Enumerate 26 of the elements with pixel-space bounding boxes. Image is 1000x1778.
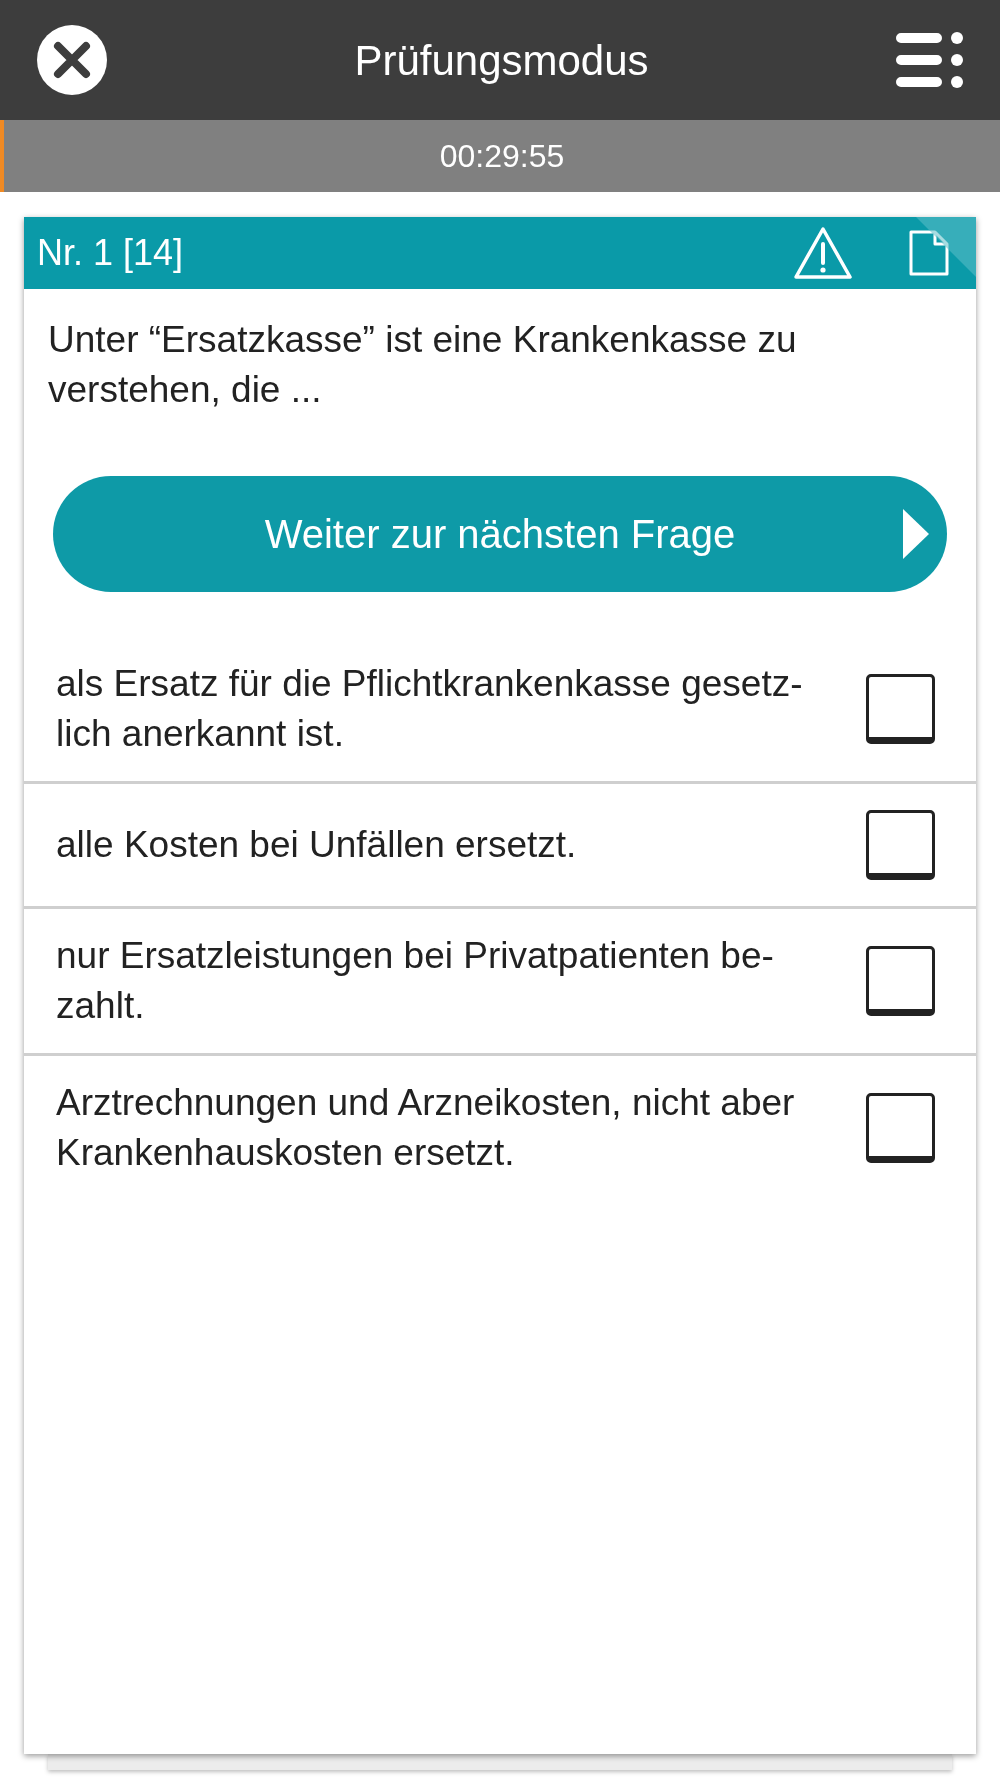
menu-button[interactable] xyxy=(896,32,963,88)
report-button[interactable] xyxy=(793,226,853,280)
answer-checkbox[interactable] xyxy=(866,946,935,1016)
question-number: Nr. 1 [14] xyxy=(37,231,185,275)
answer-checkbox[interactable] xyxy=(866,1093,935,1163)
document-icon xyxy=(909,230,949,276)
play-arrow-icon xyxy=(903,509,929,559)
close-button[interactable] xyxy=(37,25,107,95)
answer-checkbox[interactable] xyxy=(866,810,935,880)
corner-fold-icon xyxy=(916,217,976,277)
question-text: Unter “Ersatzkasse” ist eine Krankenkasse zu verstehen, die ... xyxy=(47,318,798,412)
answer-text: nur Ersatzleistungen bei Privatpatienten be- zahlt. xyxy=(56,934,774,1028)
answer-option[interactable]: nur Ersatzleistungen bei Privatpatienten be- zahlt. xyxy=(24,909,976,1056)
answer-text: Arztrechnungen und Arzneikosten, nicht aber Krankenhauskosten ersetzt. xyxy=(56,1081,795,1175)
answer-option[interactable]: Arztrechnungen und Arzneikosten, nicht aber Krankenhauskosten ersetzt. xyxy=(24,1056,976,1200)
answer-option[interactable]: als Ersatz für die Pflichtkrankenkasse gesetz- lich anerkannt ist. xyxy=(24,637,976,784)
menu-icon xyxy=(896,32,963,88)
answer-text: als Ersatz für die Pflichtkrankenkasse gesetz- lich anerkannt ist. xyxy=(56,662,803,756)
warning-icon xyxy=(793,226,853,280)
notes-button[interactable] xyxy=(909,230,949,276)
answer-text: alle Kosten bei Unfällen ersetzt. xyxy=(56,823,577,867)
close-icon xyxy=(37,25,107,95)
timer-text: 00:29:55 xyxy=(439,137,565,176)
answer-option[interactable]: alle Kosten bei Unfällen ersetzt. xyxy=(24,784,976,909)
screen-title: Prüfungsmodus xyxy=(354,35,649,86)
answer-checkbox[interactable] xyxy=(866,674,935,744)
